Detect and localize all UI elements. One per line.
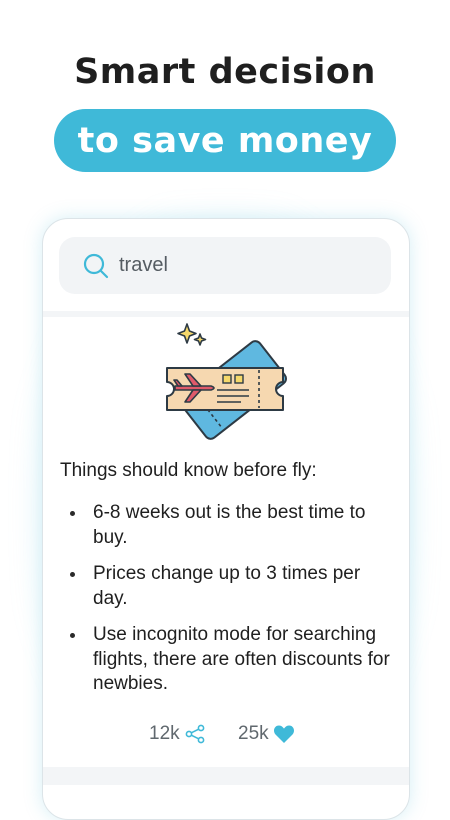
list-item: Prices change up to 3 times per day. bbox=[60, 562, 395, 611]
headline-highlight: to save money bbox=[54, 109, 396, 172]
list-item: Use incognito mode for searching flights… bbox=[60, 623, 395, 697]
divider bbox=[43, 311, 409, 317]
share-count: 12k bbox=[149, 723, 180, 744]
like-button[interactable]: 25k bbox=[238, 723, 295, 745]
list-item: 6-8 weeks out is the best time to buy. bbox=[60, 501, 395, 550]
article-title: Things should know before fly: bbox=[60, 460, 317, 481]
headline-subtitle: to save money bbox=[77, 120, 373, 161]
tip-text: 6-8 weeks out is the best time to buy. bbox=[93, 502, 366, 548]
share-icon bbox=[185, 724, 205, 744]
like-count: 25k bbox=[238, 723, 269, 744]
heart-icon bbox=[273, 725, 294, 743]
phone-frame: travel Things should know before fly: 6-… bbox=[42, 218, 410, 820]
tip-text: Use incognito mode for searching flights… bbox=[93, 624, 390, 694]
headline-title: Smart decision bbox=[74, 52, 376, 92]
share-button[interactable]: 12k bbox=[149, 723, 206, 745]
bullet bbox=[70, 511, 75, 516]
divider bbox=[43, 767, 409, 785]
search-icon bbox=[82, 252, 110, 280]
stats-row: 12k 25k bbox=[43, 719, 409, 749]
search-input[interactable]: travel bbox=[119, 254, 168, 277]
tip-text: Prices change up to 3 times per day. bbox=[93, 563, 361, 609]
bullet bbox=[70, 633, 75, 638]
search-bar[interactable]: travel bbox=[59, 237, 391, 294]
plane-ticket-illustration bbox=[161, 322, 291, 446]
bullet bbox=[70, 572, 75, 577]
tips-list: 6-8 weeks out is the best time to buy. P… bbox=[60, 501, 395, 709]
